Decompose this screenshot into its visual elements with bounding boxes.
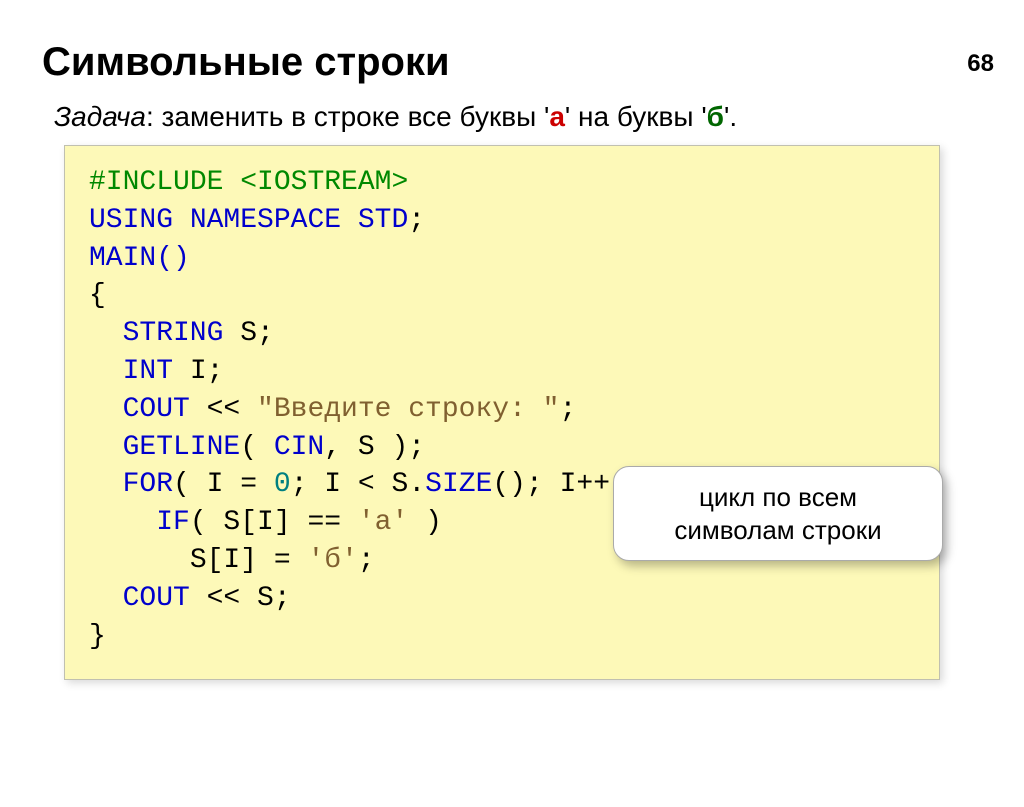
code-brace-open: { [89, 277, 915, 315]
callout-line1: цикл по всем [632, 481, 924, 514]
code-int-decl: INT I; [89, 353, 915, 391]
code-line-using: USING NAMESPACE STD; [89, 202, 915, 240]
code-line-include: #INCLUDE <IOSTREAM> [89, 164, 915, 202]
code-cout-prompt: COUT << "Введите строку: "; [89, 391, 915, 429]
task-text-middle: ' на буквы ' [565, 101, 707, 132]
task-text-after: '. [724, 101, 737, 132]
code-string-decl: STRING S; [89, 315, 915, 353]
task-description: Задача: заменить в строке все буквы 'а' … [54, 101, 1024, 133]
callout-line2: символам строки [632, 514, 924, 547]
task-label: Задача [54, 101, 146, 132]
code-cout-s: COUT << S; [89, 580, 915, 618]
code-box: #INCLUDE <IOSTREAM> USING NAMESPACE STD;… [64, 145, 940, 680]
callout-box: цикл по всем символам строки [613, 466, 943, 561]
code-brace-close: } [89, 618, 915, 656]
task-letter-a: а [549, 101, 565, 132]
page-number: 68 [967, 50, 994, 78]
slide-heading: Символьные строки [42, 40, 1024, 85]
task-text-before: : заменить в строке все буквы ' [146, 101, 549, 132]
code-getline: GETLINE( CIN, S ); [89, 429, 915, 467]
code-line-main: MAIN() [89, 240, 915, 278]
task-letter-b: б [707, 101, 724, 132]
